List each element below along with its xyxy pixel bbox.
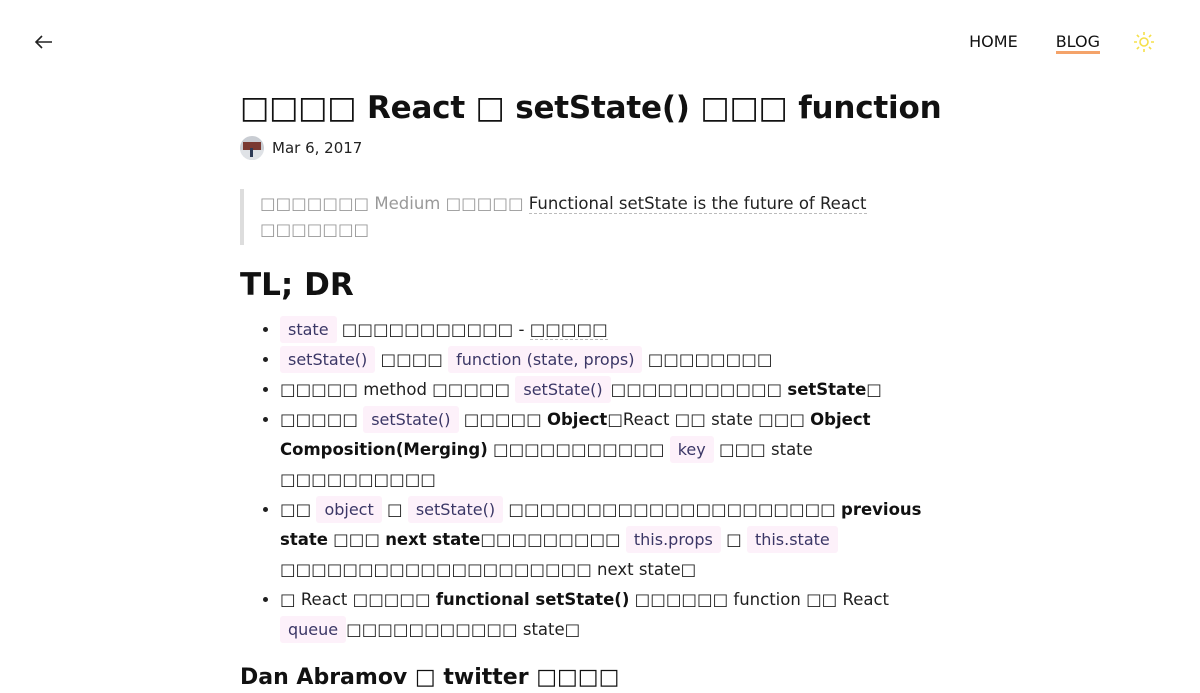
inline-code: state — [280, 316, 337, 343]
text: □□□□□ method □□□□□ — [280, 380, 516, 399]
quote-text: □□□□□□□ — [260, 220, 370, 239]
article-meta: Mar 6, 2017 — [240, 135, 960, 161]
top-nav: HOME BLOG — [931, 30, 1156, 54]
inline-code: key — [669, 436, 714, 463]
inline-code: this.props — [625, 526, 721, 553]
list-item: □□□□□ method □□□□□ setState()□□□□□□□□□□□… — [280, 375, 960, 405]
inline-code: setState() — [515, 376, 611, 403]
bold-text: functional setState() — [435, 590, 630, 609]
bold-text: Object — [546, 410, 608, 429]
arrow-left-icon — [34, 35, 52, 49]
list-item: □□ object □ setState() □□□□□□□□□□□□□□□□□… — [280, 495, 960, 585]
inline-code: object — [316, 496, 382, 523]
source-article-link[interactable]: Functional setState is the future of Rea… — [528, 194, 867, 214]
subsection-heading: Dan Abramov □ twitter □□□□ — [240, 665, 620, 690]
inline-code: this.state — [746, 526, 838, 553]
text: □□ — [280, 500, 317, 519]
text: □□□□□□□□□□□ - — [336, 320, 530, 339]
text: □□□□□□□□□ — [480, 530, 626, 549]
text: □ — [381, 500, 408, 519]
inline-code: setState() — [363, 406, 459, 433]
list-item: □ React □□□□□ functional setState() □□□□… — [280, 585, 960, 645]
tldr-list: state □□□□□□□□□□□ - □□□□□ setState() □□□… — [240, 315, 960, 645]
bold-text: setState — [787, 380, 867, 399]
text: □□□□ — [375, 350, 449, 369]
inline-code: setState() — [407, 496, 504, 523]
list-item: setState() □□□□ function (state, props) … — [280, 345, 960, 375]
annotated-term[interactable]: □□□□□ — [529, 320, 608, 340]
text: □React □□ state □□□ — [607, 410, 811, 429]
sun-icon — [1134, 32, 1154, 52]
intro-quote: □□□□□□□ Medium □□□□□ Functional setState… — [240, 189, 960, 245]
text: □□□□□□□□□□□□□□□□□□□□ next state□ — [280, 560, 697, 579]
text: □□□□□ — [280, 410, 364, 429]
inline-code: setState() — [280, 346, 376, 373]
theme-toggle[interactable] — [1132, 30, 1156, 54]
text: □□□□□ — [458, 410, 547, 429]
author-avatar — [240, 136, 264, 160]
text: □□□ — [327, 530, 386, 549]
text: □ React □□□□□ — [280, 590, 436, 609]
list-item: state □□□□□□□□□□□ - □□□□□ — [280, 315, 960, 345]
text: □□□□□□□□ — [642, 350, 773, 369]
text: □ — [866, 380, 882, 399]
back-button[interactable] — [32, 30, 56, 54]
section-heading: TL; DR — [240, 267, 354, 303]
text: □□□□□□□□□□□ — [487, 440, 670, 459]
nav-blog[interactable]: BLOG — [1055, 30, 1100, 54]
text: □ — [720, 530, 747, 549]
list-item: □□□□□ setState() □□□□□ Object□React □□ s… — [280, 405, 960, 495]
text: □□□□□□□□□□□□□□□□□□□□□ — [503, 500, 842, 519]
quote-text: □□□□□□□ Medium □□□□□ — [260, 194, 529, 213]
article-title: □□□□ React □ setState() □□□ function — [240, 90, 942, 126]
text: □□□□□□ function □□ React — [629, 590, 890, 609]
publish-date: Mar 6, 2017 — [272, 139, 363, 157]
text: □□□□□□□□□□□ — [610, 380, 788, 399]
article: □□□□ React □ setState() □□□ function Mar… — [240, 88, 960, 693]
inline-code: function (state, props) — [448, 346, 643, 373]
bold-text: next state — [385, 530, 481, 549]
nav-home[interactable]: HOME — [969, 30, 1018, 54]
